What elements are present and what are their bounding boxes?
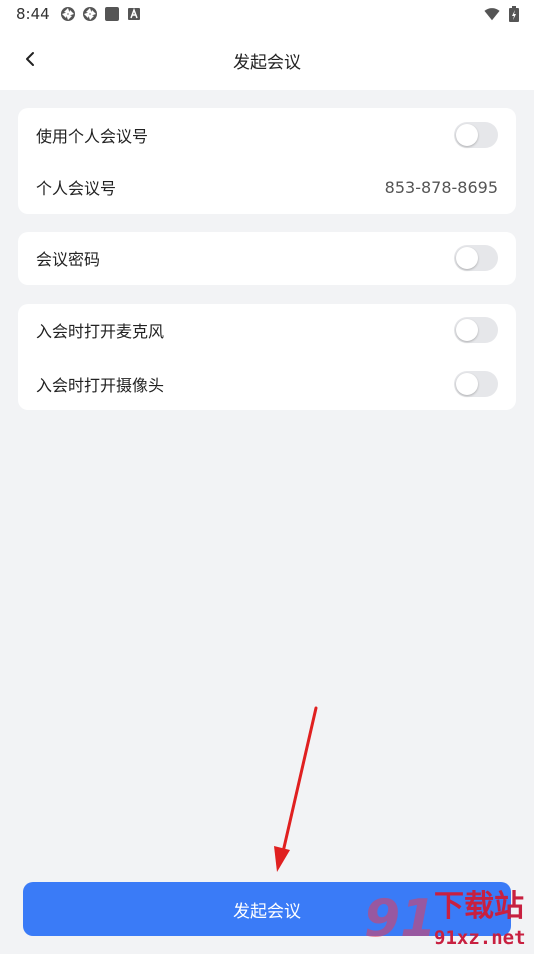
toggle-knob [456, 373, 478, 395]
watermark-logo: 91 [364, 889, 436, 949]
camera-on-join-toggle[interactable] [454, 371, 498, 397]
av-settings-card: 入会时打开麦克风 入会时打开摄像头 [18, 304, 516, 410]
mic-on-join-row: 入会时打开麦克风 [18, 304, 516, 356]
personal-id-label: 个人会议号 [36, 179, 117, 198]
mic-on-join-label: 入会时打开麦克风 [36, 322, 165, 341]
watermark-url: 91xz.net [434, 927, 526, 949]
watermark-title: 下载站 [434, 889, 524, 924]
status-system-icons [484, 6, 522, 22]
toggle-knob [456, 124, 478, 146]
toggle-knob [456, 319, 478, 341]
toggle-knob [456, 247, 478, 269]
aperture-icon [60, 6, 76, 22]
page-title: 发起会议 [233, 53, 301, 73]
a-letter-icon [126, 6, 142, 22]
password-card: 会议密码 [18, 232, 516, 285]
meeting-password-toggle[interactable] [454, 245, 498, 271]
use-personal-id-toggle[interactable] [454, 122, 498, 148]
nav-bar: 发起会议 [0, 28, 534, 90]
battery-charging-icon [506, 6, 522, 22]
status-bar: 8:44 [0, 0, 534, 28]
personal-id-row: 个人会议号 853-878-8695 [18, 161, 516, 213]
use-personal-id-row: 使用个人会议号 [18, 109, 516, 161]
aperture-icon [82, 6, 98, 22]
wifi-icon [484, 6, 500, 22]
arrow-shaft [281, 706, 318, 854]
personal-id-card: 使用个人会议号 个人会议号 853-878-8695 [18, 108, 516, 214]
camera-on-join-row: 入会时打开摄像头 [18, 358, 516, 410]
meeting-password-row: 会议密码 [18, 232, 516, 284]
square-app-icon [104, 6, 120, 22]
use-personal-id-label: 使用个人会议号 [36, 127, 149, 146]
status-notification-icons [60, 6, 142, 22]
arrow-head [274, 846, 290, 872]
meeting-password-label: 会议密码 [36, 250, 101, 269]
camera-on-join-label: 入会时打开摄像头 [36, 376, 165, 395]
watermark: 91 下载站 91xz.net [362, 882, 534, 950]
mic-on-join-toggle[interactable] [454, 317, 498, 343]
status-time: 8:44 [16, 5, 50, 23]
personal-id-value: 853-878-8695 [384, 177, 498, 197]
